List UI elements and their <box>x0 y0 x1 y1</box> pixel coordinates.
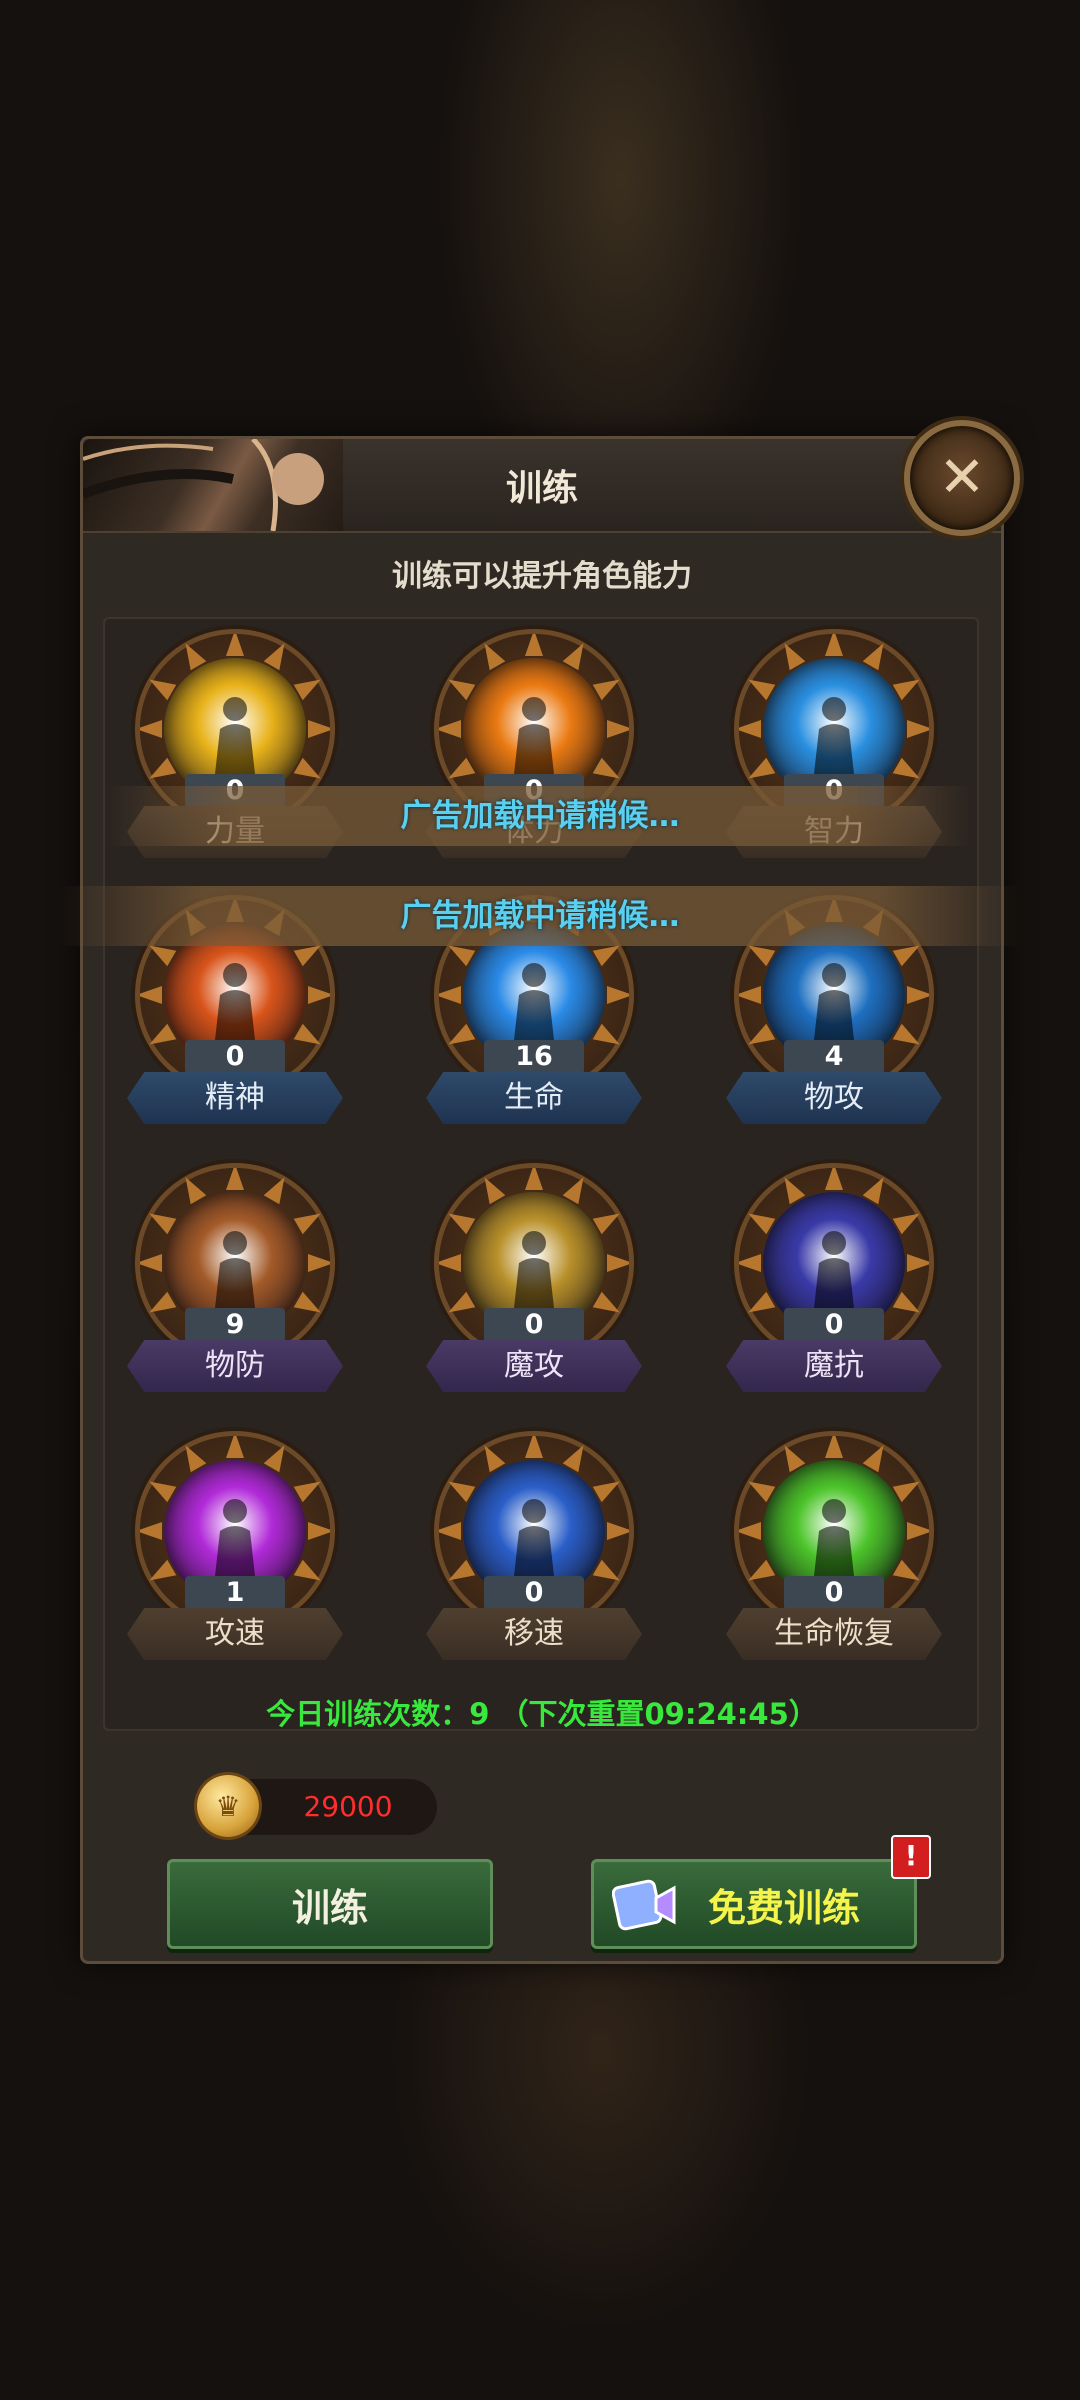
ad-loading-banner: 广告加载中请稍候… <box>60 886 1020 946</box>
stat-label: 物攻 <box>726 1072 942 1124</box>
stat-cell-8[interactable]: 0 魔抗 <box>726 1168 946 1418</box>
stat-value: 0 <box>784 1308 884 1342</box>
train-button[interactable]: 训练 <box>167 1859 493 1949</box>
stat-label: 魔攻 <box>426 1340 642 1392</box>
stat-cell-10[interactable]: 0 移速 <box>426 1436 646 1686</box>
daily-train-count: 今日训练次数：9 （下次重置09:24:45） <box>266 1697 818 1731</box>
dialog-header: 训练 <box>83 439 1001 533</box>
stat-value: 0 <box>484 1308 584 1342</box>
stat-cell-6[interactable]: 9 物防 <box>127 1168 347 1418</box>
alert-badge: ! <box>891 1835 931 1879</box>
stat-label: 精神 <box>127 1072 343 1124</box>
stat-label: 生命恢复 <box>726 1608 942 1660</box>
close-icon: ✕ <box>938 445 986 510</box>
stat-value: 0 <box>484 1576 584 1610</box>
stat-value: 0 <box>185 1040 285 1074</box>
free-train-button-label: 免费训练 <box>707 1885 860 1930</box>
gold-balance: ♛ 29000 <box>197 1775 437 1837</box>
ad-loading-banner: 广告加载中请稍候… <box>110 786 970 846</box>
stat-value: 1 <box>185 1576 285 1610</box>
stat-cell-7[interactable]: 0 魔攻 <box>426 1168 646 1418</box>
dialog-subtitle: 训练可以提升角色能力 <box>392 559 692 594</box>
stat-cell-9[interactable]: 1 攻速 <box>127 1436 347 1686</box>
dialog-title: 训练 <box>505 468 578 509</box>
stat-value: 0 <box>784 1576 884 1610</box>
stat-label: 魔抗 <box>726 1340 942 1392</box>
stat-cell-0[interactable]: 0力量 <box>127 634 347 884</box>
gold-coin-icon: ♛ <box>197 1775 259 1837</box>
stat-cell-2[interactable]: 0智力 <box>726 634 946 884</box>
stat-value: 9 <box>185 1308 285 1342</box>
close-button[interactable]: ✕ <box>904 420 1020 536</box>
stat-cell-11[interactable]: 0 生命恢复 <box>726 1436 946 1686</box>
stat-value: 4 <box>784 1040 884 1074</box>
train-button-label: 训练 <box>291 1885 368 1930</box>
stat-label: 攻速 <box>127 1608 343 1660</box>
stat-label: 物防 <box>127 1340 343 1392</box>
video-ad-icon <box>612 1879 676 1931</box>
stat-label: 生命 <box>426 1072 642 1124</box>
stat-label: 移速 <box>426 1608 642 1660</box>
gold-amount: 29000 <box>303 1790 393 1823</box>
stat-cell-1[interactable]: 0体力 <box>426 634 646 884</box>
stat-value: 16 <box>484 1040 584 1074</box>
free-train-button[interactable]: 免费训练 <box>591 1859 917 1949</box>
